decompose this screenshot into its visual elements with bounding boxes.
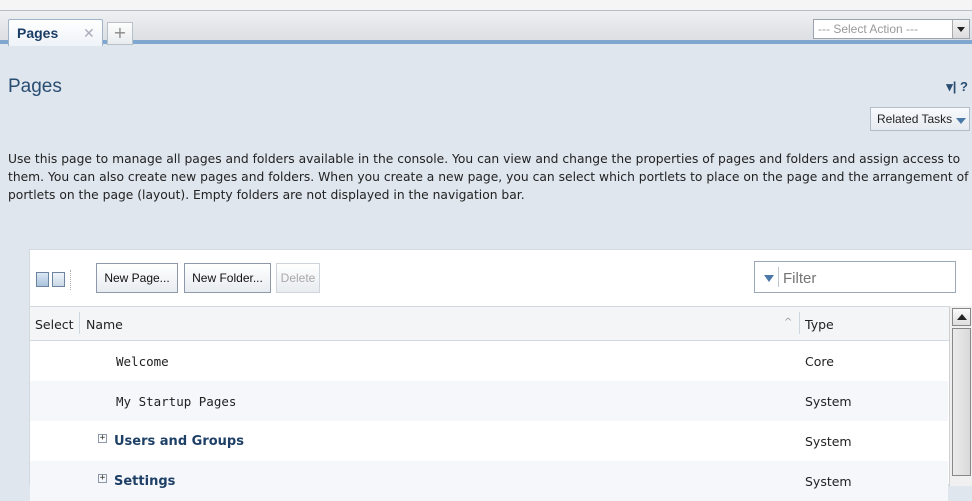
table-header: Select Name ^ Type [30,306,972,341]
close-icon[interactable]: ✕ [83,25,95,42]
sort-ascending-icon: ^ [784,317,793,328]
row-type: System [805,394,852,409]
page-title: Pages [8,76,62,97]
chevron-down-icon [956,118,966,124]
tab-pages-label: Pages [17,25,59,41]
table-row[interactable]: My Startup Pages System [30,381,948,421]
row-type: System [805,474,852,489]
row-type: Core [805,354,834,369]
row-name[interactable]: Users and Groups [114,434,244,449]
column-header-select[interactable]: Select [35,317,74,332]
pages-table-panel: New Page... New Folder... Delete Select … [29,249,972,501]
related-tasks-button[interactable]: Related Tasks [870,107,970,131]
add-tab-button[interactable]: + [107,22,133,45]
vertical-scrollbar[interactable] [949,306,972,486]
deselect-all-icon[interactable] [52,272,65,287]
help-icon[interactable]: ▾| ? [946,79,968,95]
expand-icon[interactable]: + [98,474,107,483]
table-toolbar: New Page... New Folder... Delete [30,250,972,306]
toolbar-divider [70,270,71,290]
row-name[interactable]: Welcome [116,354,169,369]
expand-icon[interactable]: + [98,434,107,443]
table-row[interactable]: Welcome Core [30,341,948,381]
row-name[interactable]: Settings [114,474,175,489]
select-action-value: --- Select Action --- [818,22,919,36]
row-name[interactable]: My Startup Pages [116,394,236,409]
scrollbar-thumb[interactable] [952,328,971,476]
filter-box[interactable] [754,261,956,293]
top-strip [0,0,972,10]
page-description: Use this page to manage all pages and fo… [8,152,969,202]
select-all-icon[interactable] [36,272,49,287]
filter-input[interactable] [781,265,945,291]
select-action-dropdown[interactable]: --- Select Action --- [813,19,970,39]
row-type: System [805,434,852,449]
new-page-button[interactable]: New Page... [96,263,178,293]
column-divider [79,312,80,334]
table-row[interactable]: + Users and Groups System [30,421,948,461]
scroll-up-arrow-icon[interactable] [952,308,971,326]
new-folder-button[interactable]: New Folder... [184,263,271,293]
chevron-down-icon[interactable] [952,20,969,38]
filter-options-icon[interactable] [764,275,774,282]
delete-button[interactable]: Delete [276,263,320,293]
filter-divider [778,267,779,287]
column-header-type[interactable]: Type [805,317,834,332]
table-row[interactable]: + Settings System [30,461,948,501]
column-header-name[interactable]: Name [86,317,123,332]
column-divider [799,312,800,334]
related-tasks-label: Related Tasks [877,112,953,126]
tab-pages[interactable]: Pages ✕ [8,19,103,46]
